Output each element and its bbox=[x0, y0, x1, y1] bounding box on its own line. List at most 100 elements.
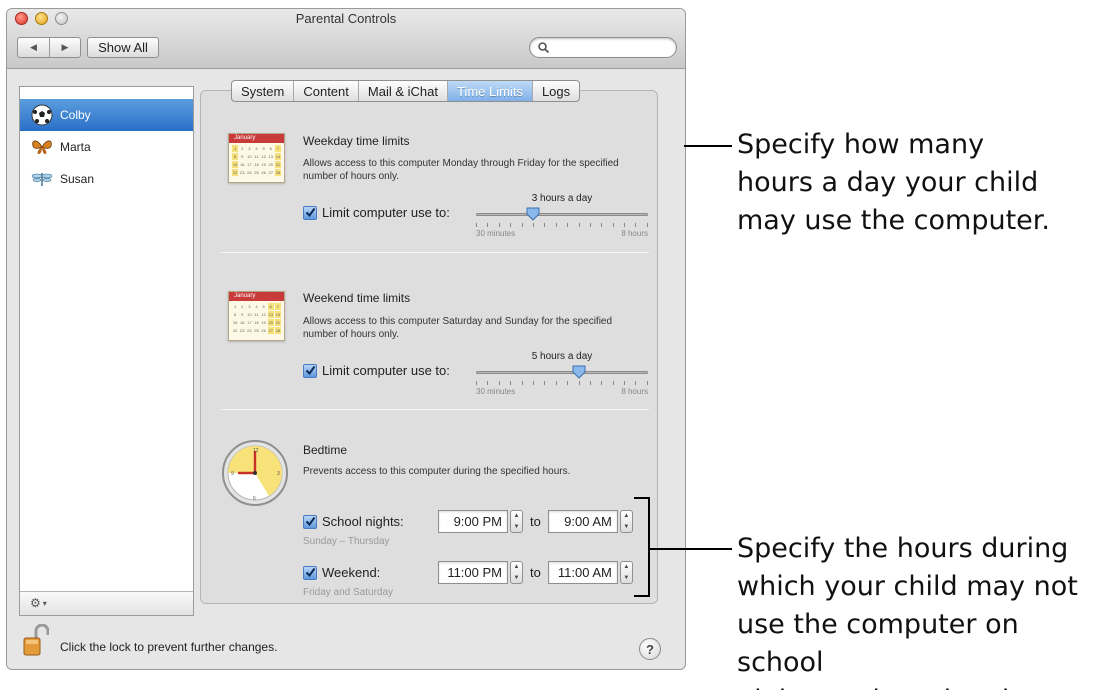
calendar-grid: 1234567 8 9 10 11 12 13 14 15 16 17 18 19 20 21 22 23… bbox=[232, 145, 281, 176]
weekday-calendar-icon: January 1234567 8 9 10 11 12 13 14 15 16 17 18 19 2… bbox=[228, 133, 285, 183]
slider-min-label: 30 minutes bbox=[476, 387, 516, 396]
weekend-end-stepper[interactable]: ▲ ▼ bbox=[619, 561, 633, 584]
slider-ticks bbox=[476, 223, 648, 228]
callout-line-text: hours a day your child bbox=[737, 167, 1039, 198]
callout-line-top bbox=[684, 145, 732, 147]
user-item-colby[interactable]: Colby bbox=[20, 99, 193, 131]
bedtime-description: Prevents access to this computer during … bbox=[303, 466, 571, 477]
arrow-up-icon: ▲ bbox=[513, 564, 520, 571]
lock-icon[interactable] bbox=[23, 624, 49, 656]
checkbox-label: Weekend: bbox=[322, 565, 381, 580]
callout-line-text: which your child may not bbox=[737, 571, 1078, 602]
tab-system[interactable]: System bbox=[232, 81, 295, 101]
school-start-time-field[interactable]: 9:00 PM bbox=[438, 510, 508, 533]
calendar-grid: 1234567 8 9 10 11 12 13 14 15 16 17 18 19 20 21 22 23… bbox=[232, 303, 281, 334]
weekday-title: Weekday time limits bbox=[303, 134, 410, 148]
weekend-start-time-field[interactable]: 11:00 PM bbox=[438, 561, 508, 584]
callout-top: Specify how many hours a day your child … bbox=[737, 126, 1050, 240]
weekend-limit-checkbox[interactable]: Limit computer use to: bbox=[303, 363, 450, 378]
callout-bottom: Specify the hours during which your chil… bbox=[737, 530, 1111, 690]
to-label: to bbox=[530, 565, 541, 580]
gear-icon: ⚙ bbox=[30, 596, 41, 610]
school-nights-time-range: 9:00 PM ▲ ▼ to 9:00 AM ▲ ▼ bbox=[438, 510, 633, 533]
to-label: to bbox=[530, 514, 541, 529]
weekend-end-time-field[interactable]: 11:00 AM bbox=[547, 561, 618, 584]
section-divider bbox=[221, 252, 649, 253]
svg-text:3: 3 bbox=[277, 471, 280, 477]
title-bar: Parental Controls ◀ ▶ Show All bbox=[7, 9, 685, 69]
checkbox[interactable] bbox=[303, 363, 317, 378]
window-title: Parental Controls bbox=[295, 11, 397, 26]
user-name: Susan bbox=[60, 172, 95, 186]
weekend-description: Allows access to this computer Saturday … bbox=[303, 316, 613, 340]
school-start-stepper[interactable]: ▲ ▼ bbox=[510, 510, 523, 533]
action-menu-button[interactable]: ⚙ ▾ bbox=[30, 596, 47, 610]
weekend-start-stepper[interactable]: ▲ ▼ bbox=[510, 561, 523, 584]
checkbox[interactable] bbox=[303, 205, 317, 220]
dragonfly-icon bbox=[30, 167, 54, 191]
help-button[interactable]: ? bbox=[639, 638, 661, 660]
triangle-right-icon: ▶ bbox=[61, 42, 69, 52]
callout-line-bottom bbox=[650, 548, 732, 550]
arrow-down-icon: ▼ bbox=[513, 523, 520, 530]
checkbox[interactable] bbox=[303, 565, 317, 580]
slider-value: 5 hours a day bbox=[531, 351, 593, 362]
tab-logs[interactable]: Logs bbox=[533, 81, 579, 101]
callout-line-text: Specify how many bbox=[737, 129, 985, 160]
arrow-down-icon: ▼ bbox=[513, 574, 520, 581]
weekday-hours-slider[interactable]: 3 hours a day 30 minutes 8 hours bbox=[476, 193, 648, 239]
svg-text:12: 12 bbox=[253, 448, 259, 454]
slider-ticks bbox=[476, 381, 648, 386]
sidebar-footer: ⚙ ▾ bbox=[20, 591, 193, 615]
weekend-days: Friday and Saturday bbox=[303, 587, 394, 598]
section-divider bbox=[221, 409, 649, 410]
weekday-description: Allows access to this computer Monday th… bbox=[303, 158, 619, 182]
show-all-button[interactable]: Show All bbox=[87, 37, 159, 58]
butterfly-icon bbox=[30, 135, 54, 159]
school-end-time-field[interactable]: 9:00 AM bbox=[547, 510, 618, 533]
weekend-calendar-icon: January 1234567 8 9 10 11 12 13 14 15 16 17 18 19 2… bbox=[228, 291, 285, 341]
user-name: Marta bbox=[60, 140, 91, 154]
weekday-limit-checkbox[interactable]: Limit computer use to: bbox=[303, 205, 450, 220]
arrow-down-icon: ▼ bbox=[623, 574, 630, 581]
slider-track bbox=[476, 371, 648, 374]
callout-line-text: may use the computer. bbox=[737, 205, 1050, 236]
checkmark-icon bbox=[305, 207, 315, 218]
weekend-hours-slider[interactable]: 5 hours a day 30 minutes 8 hours bbox=[476, 351, 648, 397]
triangle-left-icon: ◀ bbox=[30, 42, 37, 52]
checkbox-label: School nights: bbox=[322, 514, 404, 529]
school-end-stepper[interactable]: ▲ ▼ bbox=[619, 510, 633, 533]
soccer-ball-icon bbox=[30, 103, 54, 127]
clock-icon: 12 3 6 9 bbox=[222, 440, 288, 506]
back-button[interactable]: ◀ bbox=[18, 38, 49, 57]
callout-line-text: Specify the hours during bbox=[737, 533, 1069, 564]
arrow-down-icon: ▼ bbox=[623, 523, 630, 530]
weekend-time-range: 11:00 PM ▲ ▼ to 11:00 AM ▲ ▼ bbox=[438, 561, 633, 584]
search-field[interactable] bbox=[529, 37, 677, 58]
user-item-susan[interactable]: Susan bbox=[20, 163, 193, 195]
slider-thumb[interactable] bbox=[572, 365, 586, 379]
school-nights-days: Sunday – Thursday bbox=[303, 536, 390, 547]
svg-text:9: 9 bbox=[231, 471, 234, 477]
checkbox-label: Limit computer use to: bbox=[322, 363, 450, 378]
arrow-up-icon: ▲ bbox=[623, 513, 630, 520]
tab-time-limits[interactable]: Time Limits bbox=[447, 81, 533, 101]
chevron-down-icon: ▾ bbox=[42, 598, 47, 608]
user-item-marta[interactable]: Marta bbox=[20, 131, 193, 163]
school-nights-checkbox[interactable]: School nights: bbox=[303, 514, 404, 529]
user-list[interactable]: Colby Marta Susan ⚙ ▾ bbox=[19, 86, 194, 616]
weekend-title: Weekend time limits bbox=[303, 291, 411, 305]
checkbox[interactable] bbox=[303, 514, 317, 529]
callout-line-text: nights and weekends. bbox=[737, 682, 1111, 690]
callout-line-text: use the computer on school bbox=[737, 609, 1019, 678]
forward-button[interactable]: ▶ bbox=[48, 38, 80, 57]
bracket-side bbox=[648, 497, 650, 597]
arrow-up-icon: ▲ bbox=[623, 564, 630, 571]
tab-bar: System Content Mail & iChat Time Limits … bbox=[231, 80, 581, 102]
bedtime-title: Bedtime bbox=[303, 443, 348, 457]
tab-mail-ichat[interactable]: Mail & iChat bbox=[359, 81, 448, 101]
checkmark-icon bbox=[305, 567, 315, 578]
tab-content[interactable]: Content bbox=[294, 81, 359, 101]
weekend-bedtime-checkbox[interactable]: Weekend: bbox=[303, 565, 380, 580]
slider-thumb[interactable] bbox=[526, 207, 540, 221]
